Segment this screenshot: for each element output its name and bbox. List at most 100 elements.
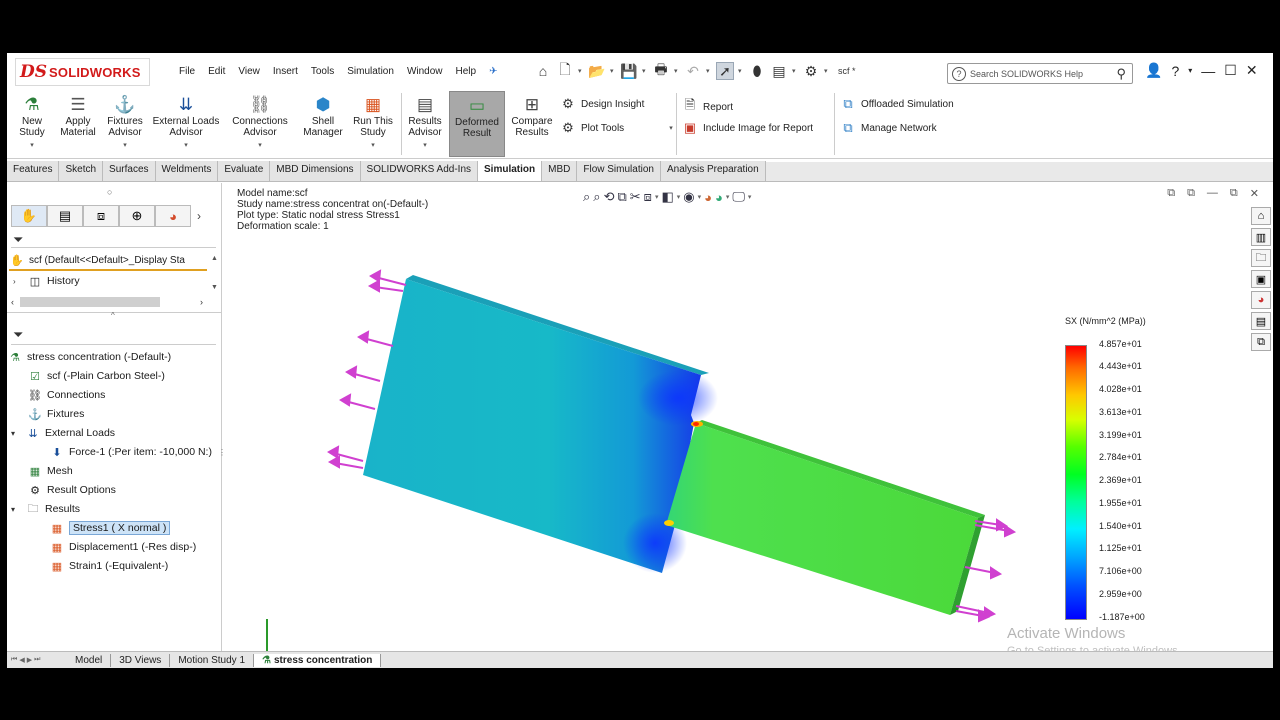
include-image-button[interactable]: ▣ Include Image for Report bbox=[682, 120, 813, 136]
new-document-icon[interactable]: 🗋 bbox=[556, 61, 574, 80]
tab-features[interactable]: Features bbox=[7, 161, 60, 181]
tab-weldments[interactable]: Weldments bbox=[155, 161, 219, 181]
scroll-thumb[interactable] bbox=[20, 297, 160, 307]
connections-advisor-button[interactable]: ⛓ Connections Advisor ▾ bbox=[226, 93, 294, 151]
tree-part[interactable]: ☑ scf (-Plain Carbon Steel-) bbox=[27, 369, 165, 383]
deformed-result-button[interactable]: ▭ Deformed Result bbox=[449, 91, 505, 157]
new-study-dropdown-icon[interactable]: ▾ bbox=[30, 140, 34, 151]
tab-mbd-dimensions[interactable]: MBD Dimensions bbox=[270, 161, 361, 181]
prev-tab-icon[interactable]: ◀ bbox=[19, 656, 24, 664]
expand-icon[interactable]: › bbox=[13, 277, 23, 286]
connections-dropdown-icon[interactable]: ▾ bbox=[258, 140, 262, 151]
new-study-button[interactable]: ⚗ New Study ▾ bbox=[13, 93, 51, 151]
fixtures-advisor-button[interactable]: ⚓ Fixtures Advisor ▾ bbox=[103, 93, 147, 151]
scroll-right-icon[interactable]: › bbox=[200, 297, 203, 307]
open-dropdown-icon[interactable]: ▾ bbox=[610, 67, 616, 75]
apply-material-button[interactable]: ☰ Apply Material bbox=[53, 93, 103, 139]
search-help-box[interactable]: ? Search SOLIDWORKS Help ⚲ bbox=[947, 63, 1133, 84]
fixtures-dropdown-icon[interactable]: ▾ bbox=[123, 140, 127, 151]
tree-external-loads[interactable]: ▾ ⇊ External Loads bbox=[11, 426, 115, 440]
panel-collapse-handle[interactable]: ○ bbox=[107, 187, 112, 197]
collapse-icon[interactable]: ▾ bbox=[11, 505, 21, 514]
tree-displacement1[interactable]: ▦ Displacement1 (-Res disp-) bbox=[49, 540, 196, 554]
menu-help[interactable]: Help bbox=[456, 66, 477, 77]
horizontal-scrollbar[interactable]: ‹ › bbox=[11, 296, 211, 308]
filter-icon[interactable]: ⏷ bbox=[13, 232, 23, 248]
tab-flow-simulation[interactable]: Flow Simulation bbox=[577, 161, 661, 181]
display-manager-tab-icon[interactable]: ◕ bbox=[155, 205, 191, 227]
feature-manager-tab-icon[interactable]: ✋ bbox=[11, 205, 47, 227]
plot-tools-button[interactable]: ⚙ Plot Tools ▾ bbox=[560, 120, 673, 136]
tree-scroll-up-icon[interactable]: ▲ bbox=[211, 255, 218, 262]
menu-insert[interactable]: Insert bbox=[273, 66, 298, 77]
shell-manager-button[interactable]: ⬢ Shell Manager bbox=[299, 93, 347, 139]
first-tab-icon[interactable]: ⏮ bbox=[11, 656, 17, 664]
tree-history[interactable]: › ◫ History bbox=[13, 274, 80, 288]
panel-tabs-next-icon[interactable]: › bbox=[191, 205, 207, 227]
close-icon[interactable]: ✕ bbox=[1246, 62, 1258, 79]
dimxpert-tab-icon[interactable]: ⊕ bbox=[119, 205, 155, 227]
tree-strain1[interactable]: ▦ Strain1 (-Equivalent-) bbox=[49, 559, 168, 573]
tab-model[interactable]: Model bbox=[67, 653, 112, 667]
tree-study[interactable]: ⚗ stress concentration (-Default-) bbox=[7, 350, 171, 364]
tree-scroll-down-icon[interactable]: ▼ bbox=[211, 284, 218, 291]
property-manager-tab-icon[interactable]: ▤ bbox=[47, 205, 83, 227]
maximize-icon[interactable]: ☐ bbox=[1224, 62, 1237, 79]
solidworks-logo[interactable]: DS SOLIDWORKS bbox=[15, 58, 150, 86]
run-study-button[interactable]: ▦ Run This Study ▾ bbox=[351, 93, 395, 151]
tree-stress1[interactable]: ▦ Stress1 ( X normal ) bbox=[49, 521, 171, 535]
undo-icon[interactable]: ↶ bbox=[684, 62, 702, 80]
menu-file[interactable]: File bbox=[179, 66, 195, 77]
open-folder-icon[interactable]: 📂 bbox=[588, 62, 606, 80]
manage-network-button[interactable]: ⧉ Manage Network bbox=[840, 120, 936, 136]
run-study-dropdown-icon[interactable]: ▾ bbox=[371, 140, 375, 151]
tree-result-options[interactable]: ⚙ Result Options bbox=[27, 483, 116, 497]
plot-tools-dropdown-icon[interactable]: ▾ bbox=[669, 124, 673, 132]
tree-results[interactable]: ▾ 🗀 Results bbox=[11, 502, 80, 516]
properties-dropdown-icon[interactable]: ▾ bbox=[792, 67, 798, 75]
design-insight-button[interactable]: ⚙ Design Insight bbox=[560, 96, 644, 112]
menu-simulation[interactable]: Simulation bbox=[347, 66, 394, 77]
offloaded-simulation-button[interactable]: ⧉ Offloaded Simulation bbox=[840, 96, 953, 112]
tab-mbd[interactable]: MBD bbox=[542, 161, 578, 181]
results-advisor-dropdown-icon[interactable]: ▾ bbox=[423, 140, 427, 151]
print-dropdown-icon[interactable]: ▾ bbox=[674, 67, 680, 75]
save-dropdown-icon[interactable]: ▾ bbox=[642, 67, 648, 75]
tab-3d-views[interactable]: 3D Views bbox=[111, 653, 171, 667]
collapse-icon[interactable]: ▾ bbox=[11, 429, 21, 438]
tree-connections[interactable]: ⛓ Connections bbox=[27, 388, 105, 402]
save-icon[interactable]: 💾 bbox=[620, 62, 638, 80]
results-advisor-button[interactable]: ▤ Results Advisor ▾ bbox=[405, 93, 445, 151]
configuration-manager-tab-icon[interactable]: ⧈ bbox=[83, 205, 119, 227]
help-icon[interactable]: ? bbox=[1171, 63, 1179, 79]
menu-edit[interactable]: Edit bbox=[208, 66, 225, 77]
print-icon[interactable]: 🖶 bbox=[652, 61, 670, 80]
compare-results-button[interactable]: ⊞ Compare Results bbox=[509, 93, 555, 139]
tab-stress-concentration[interactable]: ⚗ stress concentration bbox=[254, 653, 382, 667]
user-account-icon[interactable]: 👤 bbox=[1145, 62, 1162, 79]
undo-dropdown-icon[interactable]: ▾ bbox=[706, 67, 712, 75]
options-gear-icon[interactable]: ⚙ bbox=[802, 62, 820, 80]
rebuild-icon[interactable]: ⬮ bbox=[748, 62, 766, 80]
tree-fixtures[interactable]: ⚓ Fixtures bbox=[27, 407, 84, 421]
pin-icon[interactable]: ✈ bbox=[489, 66, 497, 77]
last-tab-icon[interactable]: ⏭ bbox=[34, 656, 40, 664]
next-tab-icon[interactable]: ▶ bbox=[27, 656, 32, 664]
study-filter-icon[interactable]: ⏷ bbox=[13, 327, 23, 343]
file-properties-icon[interactable]: ▤ bbox=[770, 62, 788, 80]
tab-surfaces[interactable]: Surfaces bbox=[103, 161, 156, 181]
tree-mesh[interactable]: ▦ Mesh bbox=[27, 464, 73, 478]
tab-motion-study-1[interactable]: Motion Study 1 bbox=[170, 653, 255, 667]
stress-plot-model[interactable] bbox=[223, 183, 1273, 651]
tab-simulation[interactable]: Simulation bbox=[478, 161, 543, 181]
search-icon[interactable]: ⚲ bbox=[1116, 66, 1126, 82]
tab-sketch[interactable]: Sketch bbox=[59, 161, 104, 181]
external-loads-dropdown-icon[interactable]: ▾ bbox=[184, 140, 188, 151]
tree-root-part[interactable]: ✋ scf (Default<<Default>_Display Sta bbox=[9, 253, 185, 267]
options-dropdown-icon[interactable]: ▾ bbox=[824, 67, 830, 75]
home-icon[interactable]: ⌂ bbox=[534, 62, 552, 80]
tab-solidworks-addins[interactable]: SOLIDWORKS Add-Ins bbox=[360, 161, 479, 181]
new-dropdown-icon[interactable]: ▾ bbox=[578, 67, 584, 75]
menu-tools[interactable]: Tools bbox=[311, 66, 334, 77]
report-button[interactable]: 🗎 Report bbox=[682, 96, 733, 118]
